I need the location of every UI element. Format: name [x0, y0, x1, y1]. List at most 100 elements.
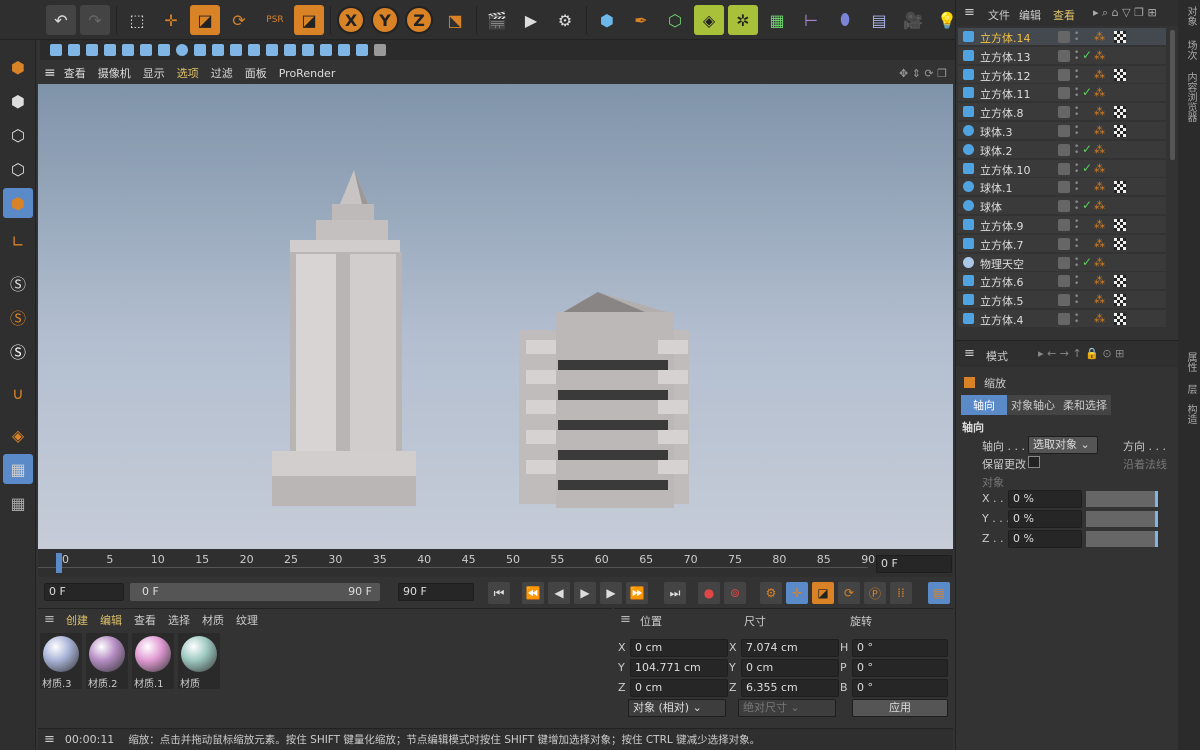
texture-tag-icon[interactable] [1114, 125, 1126, 137]
size-field[interactable]: 7.074 cm [741, 639, 839, 657]
tag-icon[interactable]: ⁂ [1094, 162, 1108, 176]
attr-value-slider[interactable] [1086, 531, 1158, 547]
size-field[interactable]: 6.355 cm [741, 679, 839, 697]
layer-dots-icon[interactable]: • • [1074, 180, 1079, 195]
polygons-mode-icon[interactable]: ⬢ [3, 188, 33, 218]
material-swatch[interactable]: 材质.3 [40, 633, 82, 690]
attr-value-field[interactable]: 0 % [1008, 530, 1082, 548]
object-row[interactable]: 球体.3 • • ⁂ [958, 122, 1166, 140]
render-settings-icon[interactable]: ⚙ [550, 5, 580, 35]
layer-dots-icon[interactable]: • • [1074, 105, 1079, 120]
vp-menu-filter[interactable]: 过滤 [211, 65, 233, 81]
pyramid-icon[interactable] [266, 44, 278, 56]
obj-menu-file[interactable]: 文件 [988, 7, 1010, 23]
tag-icon[interactable]: ⁂ [1094, 274, 1108, 288]
x-axis-lock-icon[interactable]: X [337, 6, 365, 34]
quantize-icon[interactable]: Ⓢ [3, 336, 33, 366]
keep-changes-checkbox[interactable] [1028, 456, 1040, 468]
layer-dots-icon[interactable]: • • [1074, 312, 1079, 327]
key-pla-icon[interactable]: ⁞⁞ [890, 582, 912, 604]
polygon-icon[interactable] [158, 44, 170, 56]
timeline-window-icon[interactable]: ▤ [928, 582, 950, 604]
enabled-check-icon[interactable]: ✓ [1082, 198, 1092, 212]
visibility-toggle-icon[interactable] [1058, 313, 1070, 325]
mat-hamburger-icon[interactable]: ≡ [44, 612, 55, 627]
visibility-toggle-icon[interactable] [1058, 68, 1070, 81]
tag-icon[interactable]: ⁂ [1094, 180, 1108, 194]
rotation-field[interactable]: 0 ° [852, 679, 948, 697]
next-key-icon[interactable]: ⏩ [626, 582, 648, 604]
enabled-check-icon[interactable]: ✓ [1082, 85, 1092, 99]
tag-icon[interactable]: ⁂ [1094, 293, 1108, 307]
texture-tag-icon[interactable] [1114, 181, 1126, 194]
z-axis-lock-icon[interactable]: Z [405, 6, 433, 34]
apply-button[interactable]: 应用 [852, 699, 948, 717]
visibility-toggle-icon[interactable] [1058, 219, 1070, 231]
layer-dots-icon[interactable]: • • [1074, 30, 1079, 45]
enabled-check-icon[interactable]: ✓ [1082, 161, 1092, 175]
layer-dots-icon[interactable]: • • [1074, 199, 1079, 214]
current-frame-field[interactable]: 0 F [876, 555, 952, 573]
tag-icon[interactable]: ⁂ [1094, 218, 1108, 232]
texture-tag-icon[interactable] [1114, 106, 1126, 119]
go-to-end-icon[interactable]: ⏭ [664, 582, 686, 604]
mat-menu-texture[interactable]: 纹理 [236, 612, 258, 628]
tag-icon[interactable]: ⁂ [1094, 124, 1108, 138]
start-frame-field[interactable]: 0 F [44, 583, 124, 601]
position-field[interactable]: 0 cm [630, 679, 728, 697]
points-mode-icon[interactable]: ⬡ [3, 120, 33, 150]
object-row[interactable]: 球体.1 • • ⁂ [958, 178, 1166, 197]
sphere-small-icon[interactable] [176, 44, 188, 56]
viewport-nav-icons[interactable]: ✥ ⇕ ⟳ ❐ [899, 67, 947, 80]
visibility-toggle-icon[interactable] [1058, 49, 1070, 62]
keyframe-selection-icon[interactable]: ⚙ [760, 582, 782, 604]
texture-tag-icon[interactable] [1114, 219, 1126, 231]
bezier-icon[interactable] [356, 44, 368, 56]
visibility-toggle-icon[interactable] [1058, 275, 1070, 288]
vp-menu-view[interactable]: 查看 [64, 65, 86, 81]
tag-icon[interactable]: ⁂ [1094, 30, 1108, 44]
texture-tag-icon[interactable] [1114, 294, 1126, 307]
line-icon[interactable] [374, 44, 386, 56]
object-row[interactable]: 立方体.13 • • ✓ ⁂ [958, 46, 1166, 65]
attr-value-slider[interactable] [1086, 511, 1158, 527]
texture-tag-icon[interactable] [1114, 313, 1126, 325]
vp-menu-panel[interactable]: 面板 [245, 65, 267, 81]
tab-objects[interactable]: 对象 [1183, 6, 1198, 26]
coordinate-icon[interactable]: ◪ [294, 5, 324, 35]
obj-menu-edit[interactable]: 编辑 [1019, 7, 1041, 23]
object-row[interactable]: 球体 • • ✓ ⁂ [958, 197, 1166, 216]
visibility-toggle-icon[interactable] [1058, 294, 1070, 307]
object-row[interactable]: 立方体.7 • • ⁂ [958, 234, 1166, 253]
prev-frame-icon[interactable]: ◀ [548, 582, 570, 604]
oil-tank-icon[interactable] [230, 44, 242, 56]
record-icon[interactable]: ● [698, 582, 720, 604]
mat-menu-view[interactable]: 查看 [134, 612, 156, 628]
object-row[interactable]: 立方体.5 • • ⁂ [958, 291, 1166, 310]
attr-value-slider[interactable] [1086, 491, 1158, 507]
attr-mode-menu[interactable]: 模式 [986, 348, 1008, 364]
tag-icon[interactable]: ⁂ [1094, 86, 1108, 100]
prev-key-icon[interactable]: ⏪ [522, 582, 544, 604]
visibility-toggle-icon[interactable] [1058, 143, 1070, 156]
timeline-ruler[interactable]: 0 5 10 15 20 25 30 35 40 45 50 55 60 65 70 75 80 85 90 0 F [38, 549, 953, 577]
cylinder-icon[interactable] [104, 44, 116, 56]
visibility-toggle-icon[interactable] [1058, 106, 1070, 119]
pen-icon[interactable]: ✒ [626, 5, 656, 35]
texture-tag-icon[interactable] [1114, 237, 1126, 250]
mat-menu-select[interactable]: 选择 [168, 612, 190, 628]
workplane-icon[interactable]: ◈ [3, 420, 33, 450]
layer-dots-icon[interactable]: • • [1074, 293, 1079, 308]
texture-mode-icon[interactable]: ⬢ [3, 86, 33, 116]
playhead[interactable] [56, 553, 62, 573]
play-icon[interactable]: ▶ [574, 582, 596, 604]
visibility-toggle-icon[interactable] [1058, 125, 1070, 137]
cube-small-icon[interactable] [68, 44, 80, 56]
capsule-icon[interactable] [212, 44, 224, 56]
3d-viewport[interactable] [38, 84, 953, 549]
tab-takes[interactable]: 场次 [1183, 40, 1198, 60]
object-row[interactable]: 立方体.10 • • ✓ ⁂ [958, 159, 1166, 178]
layer-dots-icon[interactable]: • • [1074, 161, 1079, 176]
layer-dots-icon[interactable]: • • [1074, 48, 1079, 63]
visibility-toggle-icon[interactable] [1058, 31, 1070, 43]
